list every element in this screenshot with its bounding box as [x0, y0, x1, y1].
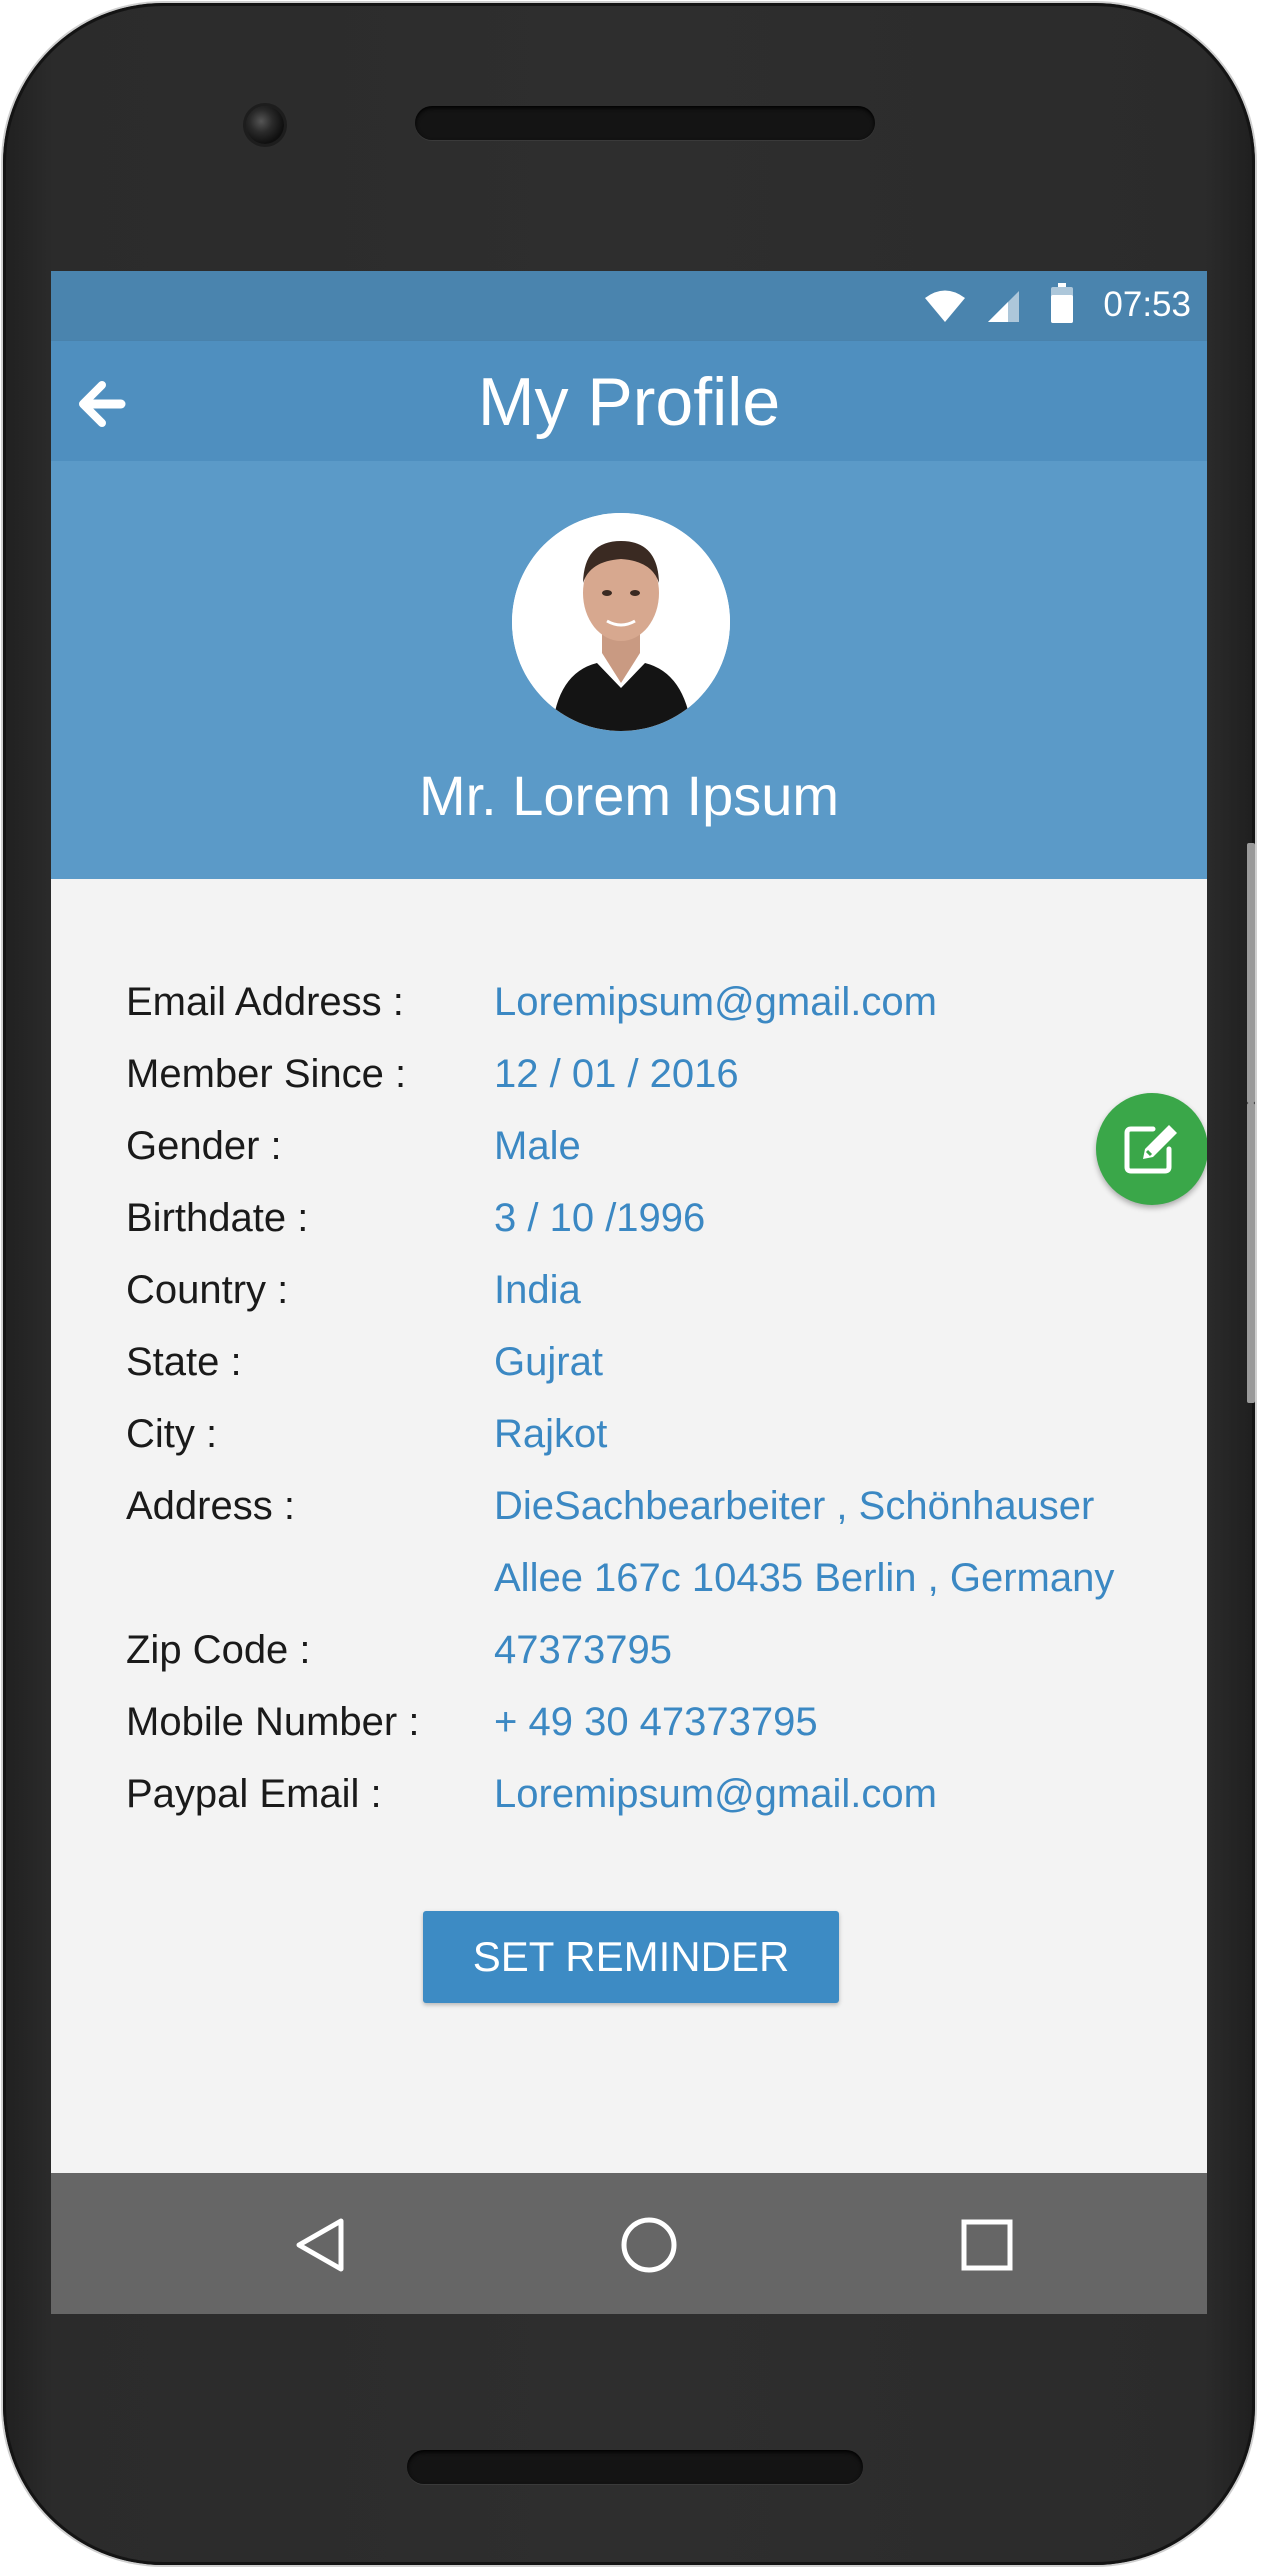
detail-row-email: Email Address : Loremipsum@gmail.com	[126, 966, 1176, 1038]
signal-icon	[988, 291, 1019, 322]
address-label: Address :	[126, 1484, 295, 1528]
gender-label: Gender :	[126, 1124, 282, 1168]
zip-code-value: 47373795	[494, 1628, 672, 1672]
set-reminder-button[interactable]: SET REMINDER	[423, 1911, 839, 2003]
zip-code-label: Zip Code :	[126, 1628, 311, 1672]
state-value: Gujrat	[494, 1340, 603, 1384]
mobile-value: + 49 30 47373795	[494, 1700, 818, 1744]
front-camera	[246, 106, 284, 144]
email-label: Email Address :	[126, 980, 404, 1024]
detail-row-member-since: Member Since : 12 / 01 / 2016	[126, 1038, 1176, 1110]
country-value: India	[494, 1268, 581, 1312]
mobile-label: Mobile Number :	[126, 1700, 420, 1744]
profile-details: Email Address : Loremipsum@gmail.com Mem…	[126, 966, 1176, 1830]
status-time: 07:53	[1103, 285, 1191, 324]
avatar	[512, 513, 730, 731]
page-title: My Profile	[477, 364, 781, 440]
nav-recents-icon[interactable]	[955, 2213, 1019, 2277]
email-value: Loremipsum@gmail.com	[494, 980, 937, 1024]
detail-row-birthdate: Birthdate : 3 / 10 /1996	[126, 1182, 1176, 1254]
battery-icon	[1051, 283, 1073, 323]
profile-header: Mr. Lorem Ipsum	[51, 461, 1207, 879]
screen: 07:53 My Profile Mr. Lorem Ipsum Email A…	[51, 271, 1207, 2314]
side-button-upper	[1247, 843, 1255, 1103]
member-since-value: 12 / 01 / 2016	[494, 1052, 739, 1096]
detail-row-country: Country : India	[126, 1254, 1176, 1326]
app-bar: My Profile	[51, 341, 1207, 461]
detail-row-zip-code: Zip Code : 47373795	[126, 1614, 1176, 1686]
detail-row-gender: Gender : Male	[126, 1110, 1176, 1182]
detail-row-state: State : Gujrat	[126, 1326, 1176, 1398]
detail-row-city: City : Rajkot	[126, 1398, 1176, 1470]
detail-row-mobile: Mobile Number : + 49 30 47373795	[126, 1686, 1176, 1758]
top-speaker	[415, 106, 875, 140]
member-since-label: Member Since :	[126, 1052, 407, 1096]
bottom-speaker	[407, 2450, 863, 2484]
wifi-icon	[925, 290, 965, 322]
avatar-photo	[512, 513, 730, 731]
system-nav-bar	[51, 2173, 1207, 2314]
birthdate-label: Birthdate :	[126, 1196, 309, 1240]
birthdate-value: 3 / 10 /1996	[494, 1196, 706, 1240]
detail-row-paypal-email: Paypal Email : Loremipsum@gmail.com	[126, 1758, 1176, 1830]
city-label: City :	[126, 1412, 218, 1456]
nav-home-icon[interactable]	[617, 2213, 681, 2277]
state-label: State :	[126, 1340, 242, 1384]
status-bar: 07:53	[51, 271, 1207, 341]
profile-name: Mr. Lorem Ipsum	[418, 764, 840, 827]
city-value: Rajkot	[494, 1412, 608, 1456]
gender-value: Male	[494, 1124, 581, 1168]
paypal-email-label: Paypal Email :	[126, 1772, 382, 1816]
side-button-lower	[1247, 1103, 1255, 1403]
detail-row-address: Address : DieSachbearbeiter , Schönhause…	[126, 1470, 1176, 1614]
address-value: DieSachbearbeiter , Schönhauser Allee 16…	[494, 1484, 1115, 1600]
nav-back-icon[interactable]	[289, 2213, 353, 2277]
country-label: Country :	[126, 1268, 289, 1312]
paypal-email-value: Loremipsum@gmail.com	[494, 1772, 937, 1816]
